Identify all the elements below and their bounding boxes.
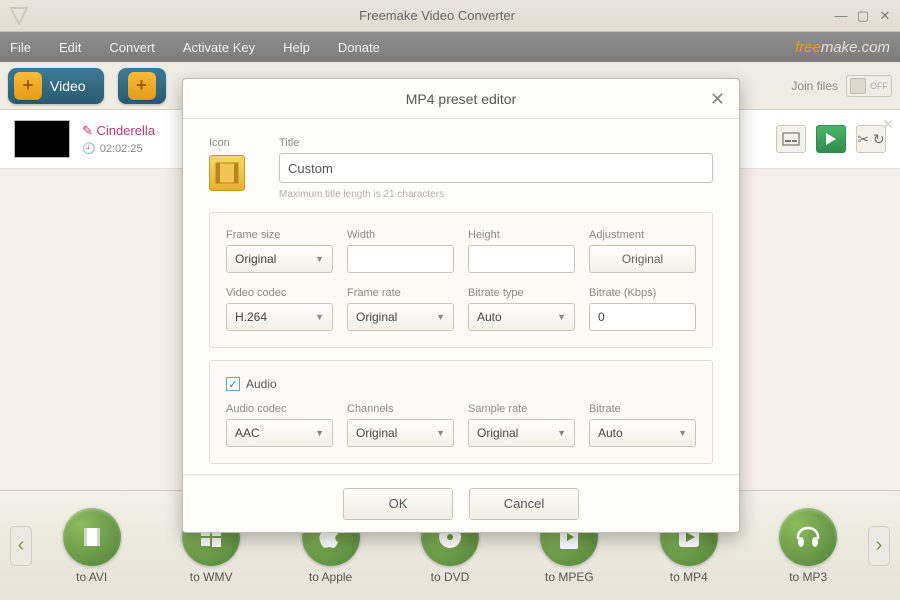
audio-codec-label: Audio codec <box>226 403 333 415</box>
output-mp4-label: to MP4 <box>670 570 708 584</box>
window-title: Freemake Video Converter <box>40 8 834 23</box>
output-avi-label: to AVI <box>76 570 107 584</box>
dialog-title: MP4 preset editor <box>406 91 517 107</box>
bitrate-type-select[interactable]: Auto▼ <box>468 303 575 331</box>
brand-link[interactable]: freemake.com <box>795 39 890 56</box>
audio-bitrate-label: Bitrate <box>589 403 696 415</box>
window-minimize-button[interactable]: — <box>834 9 848 23</box>
film-icon <box>63 508 121 566</box>
output-mp3[interactable]: to MP3 <box>779 508 837 584</box>
menu-help[interactable]: Help <box>283 40 310 55</box>
audio-settings-panel: ✓ Audio Audio codec AAC▼ Channels Origin… <box>209 360 713 464</box>
frame-size-select[interactable]: Original▼ <box>226 245 333 273</box>
sample-rate-select[interactable]: Original▼ <box>468 419 575 447</box>
frame-rate-label: Frame rate <box>347 287 454 299</box>
remove-file-button[interactable]: ✕ <box>882 116 894 133</box>
menu-convert[interactable]: Convert <box>109 40 155 55</box>
headphones-icon <box>779 508 837 566</box>
menu-donate[interactable]: Donate <box>338 40 380 55</box>
bitrate-input[interactable]: 0 <box>589 303 696 331</box>
preset-editor-dialog: MP4 preset editor ✕ Icon Title Maximum t… <box>182 78 740 533</box>
output-dvd-label: to DVD <box>431 570 470 584</box>
file-title[interactable]: ✎ Cinderella <box>82 123 155 139</box>
width-label: Width <box>347 229 454 241</box>
icon-field-label: Icon <box>209 137 253 149</box>
menu-edit[interactable]: Edit <box>59 40 81 55</box>
video-settings-panel: Frame size Original▼ Width Height Adjust… <box>209 212 713 348</box>
bitrate-label: Bitrate (Kbps) <box>589 287 696 299</box>
scroll-left-button[interactable]: ‹ <box>10 526 32 566</box>
audio-bitrate-select[interactable]: Auto▼ <box>589 419 696 447</box>
output-avi[interactable]: to AVI <box>63 508 121 584</box>
window-close-button[interactable]: ✕ <box>878 9 892 23</box>
adjustment-button[interactable]: Original <box>589 245 696 273</box>
checkbox-icon: ✓ <box>226 377 240 391</box>
file-duration: 🕘 02:02:25 <box>82 142 155 155</box>
bitrate-type-label: Bitrate type <box>468 287 575 299</box>
dialog-header: MP4 preset editor ✕ <box>183 79 739 119</box>
plus-icon: + <box>14 72 42 100</box>
frame-size-label: Frame size <box>226 229 333 241</box>
output-mpeg-label: to MPEG <box>545 570 594 584</box>
video-codec-label: Video codec <box>226 287 333 299</box>
height-input[interactable] <box>468 245 575 273</box>
ok-button[interactable]: OK <box>343 488 453 520</box>
join-files-label: Join files <box>791 79 838 93</box>
cancel-button[interactable]: Cancel <box>469 488 579 520</box>
add-source-button[interactable]: + <box>118 68 166 104</box>
audio-codec-select[interactable]: AAC▼ <box>226 419 333 447</box>
menu-activate-key[interactable]: Activate Key <box>183 40 255 55</box>
add-video-label: Video <box>50 78 86 94</box>
toggle-switch[interactable]: OFF <box>846 75 892 97</box>
sample-rate-label: Sample rate <box>468 403 575 415</box>
clock-icon: 🕘 <box>82 142 96 155</box>
dialog-footer: OK Cancel <box>183 474 739 532</box>
channels-label: Channels <box>347 403 454 415</box>
join-files-toggle[interactable]: Join files OFF <box>791 75 892 97</box>
subtitle-button[interactable] <box>776 125 806 153</box>
plus-icon: + <box>128 72 156 100</box>
toggle-state: OFF <box>870 81 888 91</box>
output-wmv-label: to WMV <box>190 570 233 584</box>
app-logo-icon <box>8 5 30 27</box>
menu-bar: File Edit Convert Activate Key Help Dona… <box>0 32 900 62</box>
add-video-button[interactable]: + Video <box>8 68 104 104</box>
title-field-label: Title <box>279 137 713 149</box>
preset-icon-picker[interactable] <box>209 155 245 191</box>
scroll-right-button[interactable]: › <box>868 526 890 566</box>
dialog-close-button[interactable]: ✕ <box>710 89 725 110</box>
play-button[interactable] <box>816 125 846 153</box>
audio-checkbox-label: Audio <box>246 377 277 391</box>
window-maximize-button[interactable]: ▢ <box>856 9 870 23</box>
width-input[interactable] <box>347 245 454 273</box>
preset-title-input[interactable] <box>279 153 713 183</box>
audio-enable-checkbox[interactable]: ✓ Audio <box>226 377 696 391</box>
menu-file[interactable]: File <box>10 40 31 55</box>
toggle-knob <box>850 78 866 94</box>
adjustment-label: Adjustment <box>589 229 696 241</box>
output-mp3-label: to MP3 <box>789 570 827 584</box>
video-thumbnail <box>14 120 70 158</box>
channels-select[interactable]: Original▼ <box>347 419 454 447</box>
height-label: Height <box>468 229 575 241</box>
video-codec-select[interactable]: H.264▼ <box>226 303 333 331</box>
frame-rate-select[interactable]: Original▼ <box>347 303 454 331</box>
output-apple-label: to Apple <box>309 570 352 584</box>
window-titlebar: Freemake Video Converter — ▢ ✕ <box>0 0 900 32</box>
title-hint: Maximum title length is 21 characters <box>279 189 713 200</box>
